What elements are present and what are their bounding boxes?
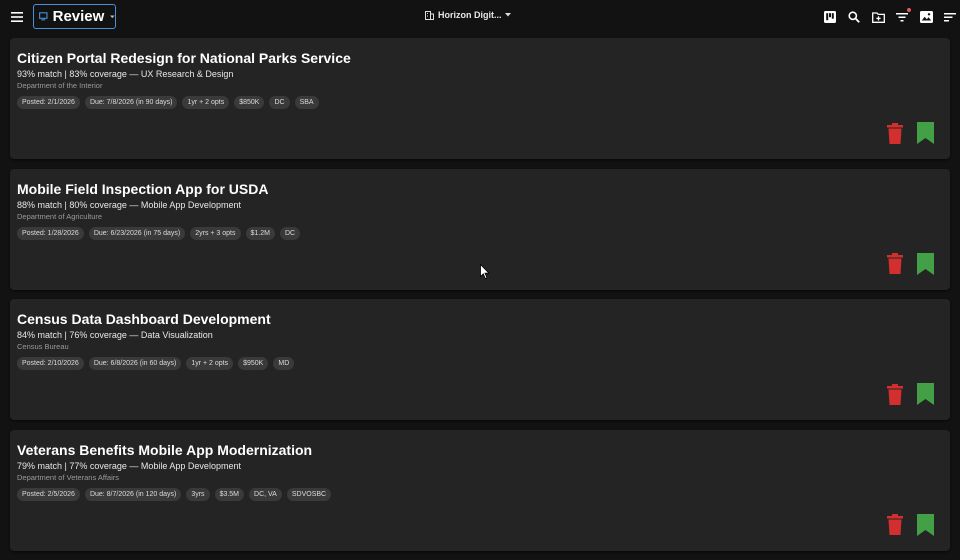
- chip-value: $1.2M: [245, 226, 275, 240]
- top-app-bar: Review Horizon Digit...: [0, 0, 960, 34]
- bookmark-button[interactable]: [916, 252, 934, 275]
- menu-icon: [11, 12, 23, 22]
- chip-set-aside: SBA: [294, 96, 319, 109]
- chip-location: MD: [273, 357, 295, 370]
- bookmark-icon: [916, 513, 934, 536]
- menu-button[interactable]: [8, 8, 26, 26]
- chip-location: DC: [279, 226, 301, 240]
- chip-location: DC: [269, 96, 290, 109]
- chip-value: $950K: [238, 357, 269, 370]
- trash-icon: [887, 514, 903, 535]
- card-actions: [874, 383, 934, 405]
- opportunity-match: 79% match | 77% coverage — Mobile App De…: [17, 460, 241, 471]
- chip-posted: Posted: 1/28/2026: [17, 226, 84, 240]
- card-actions: [874, 513, 934, 536]
- search-button[interactable]: [846, 9, 862, 25]
- opportunity-title[interactable]: Veterans Benefits Mobile App Modernizati…: [17, 442, 943, 459]
- organization-select[interactable]: Horizon Digit...: [425, 10, 511, 20]
- delete-button[interactable]: [886, 383, 904, 405]
- card-actions: [874, 252, 934, 275]
- chip-due: Due: 7/8/2026 (in 90 days): [84, 96, 178, 109]
- kanban-button[interactable]: [822, 9, 838, 25]
- bookmark-icon: [916, 383, 934, 405]
- opportunity-chips: Posted: 2/1/2026 Due: 7/8/2026 (in 90 da…: [17, 96, 943, 109]
- image-icon: [919, 11, 933, 23]
- delete-button[interactable]: [886, 253, 904, 275]
- trash-icon: [887, 383, 903, 405]
- toolbar-actions: [822, 8, 960, 25]
- view-select[interactable]: Review: [33, 4, 116, 29]
- opportunity-agency: Department of the Interior: [17, 81, 103, 90]
- opportunity-card[interactable]: Census Data Dashboard Development 84% ma…: [10, 299, 950, 420]
- chip-term: 2yrs + 3 opts: [190, 226, 241, 240]
- chip-value: $850K: [234, 96, 265, 109]
- delete-button[interactable]: [886, 514, 904, 536]
- opportunity-agency: Department of Agriculture: [17, 211, 103, 221]
- opportunity-chips: Posted: 2/5/2026 Due: 8/7/2026 (in 120 d…: [17, 487, 943, 501]
- opportunity-card[interactable]: Veterans Benefits Mobile App Modernizati…: [10, 429, 950, 551]
- opportunity-chips: Posted: 1/28/2026 Due: 6/23/2026 (in 75 …: [17, 226, 943, 240]
- opportunity-agency: Census Bureau: [17, 342, 69, 351]
- filter-icon: [896, 13, 908, 22]
- view-select-label: Review: [52, 8, 105, 25]
- chevron-down-icon: [110, 14, 115, 18]
- bookmark-icon: [916, 252, 934, 275]
- bookmark-icon: [916, 122, 934, 144]
- chip-value: $3.5M: [214, 487, 245, 501]
- opportunity-title[interactable]: Mobile Field Inspection App for USDA: [17, 181, 943, 198]
- chip-due: Due: 6/23/2026 (in 75 days): [88, 226, 186, 240]
- chip-term: 1yr + 2 opts: [182, 96, 230, 109]
- kanban-icon: [824, 11, 836, 23]
- mouse-cursor-icon: [480, 264, 490, 280]
- search-icon: [848, 11, 860, 23]
- chip-term: 1yr + 2 opts: [186, 357, 234, 370]
- opportunity-title[interactable]: Census Data Dashboard Development: [17, 311, 943, 328]
- bookmark-button[interactable]: [916, 122, 934, 144]
- view-select-icon: [39, 12, 48, 21]
- sort-button[interactable]: [942, 9, 958, 25]
- chip-due: Due: 6/8/2026 (in 60 days): [88, 357, 182, 370]
- filter-button[interactable]: [894, 8, 911, 25]
- filter-active-badge: [907, 8, 911, 12]
- chip-set-aside: SDVOSBC: [286, 487, 332, 501]
- chip-location: DC, VA: [249, 487, 282, 501]
- delete-button[interactable]: [886, 122, 904, 144]
- opportunity-card[interactable]: Citizen Portal Redesign for National Par…: [10, 38, 950, 159]
- opportunity-title[interactable]: Citizen Portal Redesign for National Par…: [17, 50, 943, 67]
- building-icon: [425, 10, 434, 20]
- opportunity-chips: Posted: 2/10/2026 Due: 6/8/2026 (in 60 d…: [17, 357, 943, 370]
- image-view-button[interactable]: [918, 9, 934, 25]
- opportunity-list: Citizen Portal Redesign for National Par…: [10, 38, 950, 560]
- chevron-down-icon: [504, 13, 511, 17]
- organization-label: Horizon Digit...: [438, 10, 502, 20]
- add-folder-button[interactable]: [870, 9, 886, 25]
- trash-icon: [887, 122, 903, 144]
- chip-posted: Posted: 2/5/2026: [17, 487, 80, 501]
- chip-due: Due: 8/7/2026 (in 120 days): [84, 487, 182, 501]
- chip-term: 3yrs: [186, 487, 210, 501]
- trash-icon: [887, 253, 903, 274]
- opportunity-match: 88% match | 80% coverage — Mobile App De…: [17, 199, 241, 210]
- chip-posted: Posted: 2/10/2026: [17, 357, 84, 370]
- bookmark-button[interactable]: [916, 383, 934, 405]
- chip-posted: Posted: 2/1/2026: [17, 96, 80, 109]
- card-actions: [874, 122, 934, 144]
- sort-icon: [944, 13, 956, 22]
- folder-plus-icon: [871, 11, 885, 23]
- bookmark-button[interactable]: [916, 513, 934, 536]
- opportunity-match: 93% match | 83% coverage — UX Research &…: [17, 69, 234, 79]
- opportunity-match: 84% match | 76% coverage — Data Visualiz…: [17, 330, 213, 340]
- opportunity-agency: Department of Veterans Affairs: [17, 472, 120, 482]
